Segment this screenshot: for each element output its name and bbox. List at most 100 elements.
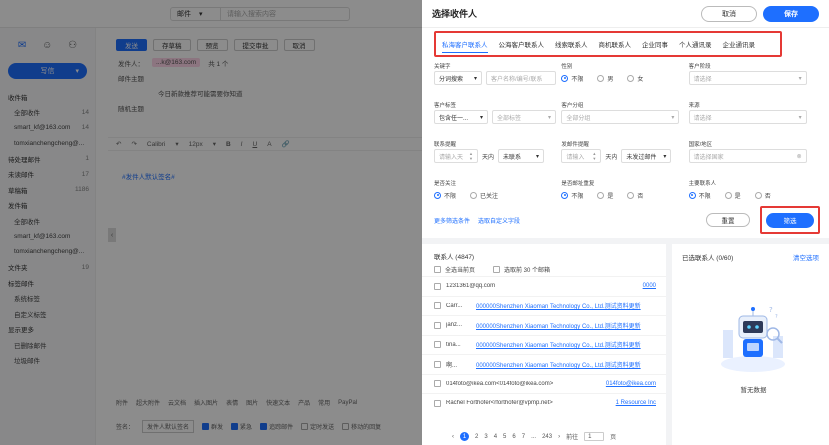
contact-company-link[interactable]: 000000Shenzhen Xiaoman Technology Co., L… xyxy=(476,301,641,310)
more-filters-link[interactable]: 更多筛选条件 xyxy=(434,216,470,225)
page-number[interactable]: 5 xyxy=(503,434,506,440)
goto-input[interactable]: 1 xyxy=(584,432,605,441)
source-filter: 来源 请选择 ▾ xyxy=(688,99,816,138)
custom-fields-link[interactable]: 选取自定义字段 xyxy=(478,216,520,225)
contact-checkbox[interactable] xyxy=(434,282,441,290)
contact-name: janz... xyxy=(446,322,463,329)
page-number[interactable]: 243 xyxy=(542,434,552,440)
page-number[interactable]: 2 xyxy=(475,434,478,440)
stepper-icon[interactable]: ▲ ▼ xyxy=(592,151,596,161)
gender-label: 性别 xyxy=(561,64,573,70)
tab-3[interactable]: 商机联系人 xyxy=(599,33,632,55)
radio-icon xyxy=(724,191,732,199)
country-placeholder: 请选择国家 xyxy=(693,154,724,161)
contact-status-select[interactable]: 未联系 ▾ xyxy=(498,149,545,163)
send-status-select[interactable]: 未发过邮件 ▾ xyxy=(621,149,672,163)
page-number[interactable]: 6 xyxy=(512,434,515,440)
contact-checkbox[interactable] xyxy=(434,399,441,407)
country-label: 国家/地区 xyxy=(688,142,713,148)
page-number[interactable]: 7 xyxy=(522,434,525,440)
customer-group-filter: 客户分组 全部分组 ▾ xyxy=(561,99,688,138)
contact-checkbox[interactable] xyxy=(434,380,441,388)
customer-group-placeholder: 全部分组 xyxy=(566,115,591,122)
contact-company-link[interactable]: 000000Shenzhen Xiaoman Technology Co., L… xyxy=(476,321,641,330)
radio-option[interactable]: 不限 xyxy=(561,74,583,83)
radio-label: 是 xyxy=(734,193,741,200)
tab-4[interactable]: 企业同事 xyxy=(642,33,668,55)
dedupe-filter: 是否邮址重复 不限 是 否 xyxy=(561,177,688,216)
radio-option[interactable]: 是 xyxy=(724,191,741,200)
page-number[interactable]: 1 xyxy=(460,432,469,441)
reset-button[interactable]: 重置 xyxy=(706,213,750,227)
radio-option[interactable]: 不限 xyxy=(561,191,583,200)
dedupe-label: 是否邮址重复 xyxy=(561,181,595,187)
country-select[interactable]: 请选择国家 ⊗ xyxy=(688,149,807,163)
keyword-input[interactable]: 客户名称/编号/联系 xyxy=(486,71,556,85)
radio-option[interactable]: 否 xyxy=(754,191,771,200)
radio-icon xyxy=(434,191,441,199)
radio-icon xyxy=(688,191,696,199)
recipient-lists: 联系人 (4847) 全选当前页 选取前 30 个邮箱 1231361@qq.c… xyxy=(422,238,829,445)
select-first-checkbox[interactable] xyxy=(493,265,501,273)
next-page-icon[interactable]: › xyxy=(558,434,560,440)
keyword-mode-value: 分词搜索 xyxy=(439,76,464,83)
tab-0[interactable]: 私海客户联系人 xyxy=(442,33,488,55)
contact-reminder-label: 联系提醒 xyxy=(434,142,457,148)
radio-label: 不限 xyxy=(698,193,711,200)
contact-checkbox[interactable] xyxy=(434,360,441,368)
send-days-unit: 天内 xyxy=(605,154,618,161)
contact-checkbox[interactable] xyxy=(434,341,441,349)
radio-option[interactable]: 否 xyxy=(627,191,643,200)
radio-icon xyxy=(627,74,635,82)
page-number[interactable]: 3 xyxy=(484,434,487,440)
contact-company-link[interactable]: 000000Shenzhen Xiaoman Technology Co., L… xyxy=(476,340,641,349)
keyword-filter: 关键字 分词搜索 ▾ 客户名称/编号/联系 xyxy=(434,60,561,99)
filter-button[interactable]: 筛选 xyxy=(766,212,814,228)
prev-page-icon[interactable]: ‹ xyxy=(452,434,454,440)
clear-selection-link[interactable]: 清空选项 xyxy=(793,252,819,262)
contact-checkbox[interactable] xyxy=(434,321,441,329)
goto-unit: 页 xyxy=(610,435,617,441)
tab-1[interactable]: 公海客户联系人 xyxy=(499,33,545,55)
bulk-select-row: 全选当前页 选取前 30 个邮箱 xyxy=(422,262,666,276)
customer-tag-label: 客户标签 xyxy=(434,103,457,109)
contact-company-link[interactable]: 000000Shenzhen Xiaoman Technology Co., L… xyxy=(476,360,641,369)
source-select[interactable]: 请选择 ▾ xyxy=(688,110,807,124)
tab-5[interactable]: 个人通讯录 xyxy=(679,33,712,55)
svg-text:?: ? xyxy=(775,314,778,320)
tag-select[interactable]: 全部标签 ▾ xyxy=(492,110,556,124)
radio-option[interactable]: 男 xyxy=(597,74,613,83)
contacts-panel: 联系人 (4847) 全选当前页 选取前 30 个邮箱 1231361@qq.c… xyxy=(422,244,672,445)
tab-2[interactable]: 线索联系人 xyxy=(555,33,588,55)
contact-company-link[interactable]: 0000 xyxy=(643,283,656,289)
tab-6[interactable]: 企业通讯录 xyxy=(723,33,756,55)
send-days-input[interactable]: 请输入 ▲ ▼ xyxy=(561,149,602,163)
radio-option[interactable]: 不限 xyxy=(688,191,711,200)
radio-label: 男 xyxy=(607,76,614,83)
stepper-icon[interactable]: ▲ ▼ xyxy=(469,151,473,161)
radio-option[interactable]: 是 xyxy=(597,191,613,200)
gender-filter: 性别 不限 男 女 xyxy=(561,60,688,99)
customer-stage-select[interactable]: 请选择 ▾ xyxy=(688,71,807,85)
tag-match-select[interactable]: 包含任一... ▾ xyxy=(434,110,488,124)
contact-days-unit: 天内 xyxy=(482,154,495,161)
save-button[interactable]: 保存 xyxy=(763,5,819,22)
contact-company-link[interactable]: 1 Resource Inc xyxy=(616,400,656,406)
contact-checkbox[interactable] xyxy=(434,302,441,310)
customer-stage-placeholder: 请选择 xyxy=(693,76,712,83)
clear-icon[interactable]: ⊗ xyxy=(797,153,802,160)
select-page-checkbox[interactable] xyxy=(434,265,441,273)
radio-option[interactable]: 女 xyxy=(627,74,643,83)
cancel-button[interactable]: 取消 xyxy=(701,5,757,22)
contact-company-link[interactable]: 014foto@ikea.com xyxy=(606,381,656,387)
keyword-mode-select[interactable]: 分词搜索 ▾ xyxy=(434,71,482,85)
contact-row: janz... 000000Shenzhen Xiaoman Technology… xyxy=(422,315,666,335)
radio-option[interactable]: 已关注 xyxy=(470,191,498,200)
contact-source-tabs: 私海客户联系人 公海客户联系人 线索联系人 商机联系人 企业同事 个人通讯录 企业通讯录 xyxy=(434,31,782,57)
page-number[interactable]: 4 xyxy=(494,434,497,440)
customer-group-select[interactable]: 全部分组 ▾ xyxy=(561,110,680,124)
radio-option[interactable]: 不限 xyxy=(434,191,456,200)
contact-days-input[interactable]: 请输入天 ▲ ▼ xyxy=(434,149,478,163)
selected-title: 已选联系人 (0/60) xyxy=(682,255,734,262)
page-number[interactable]: ... xyxy=(531,434,536,440)
